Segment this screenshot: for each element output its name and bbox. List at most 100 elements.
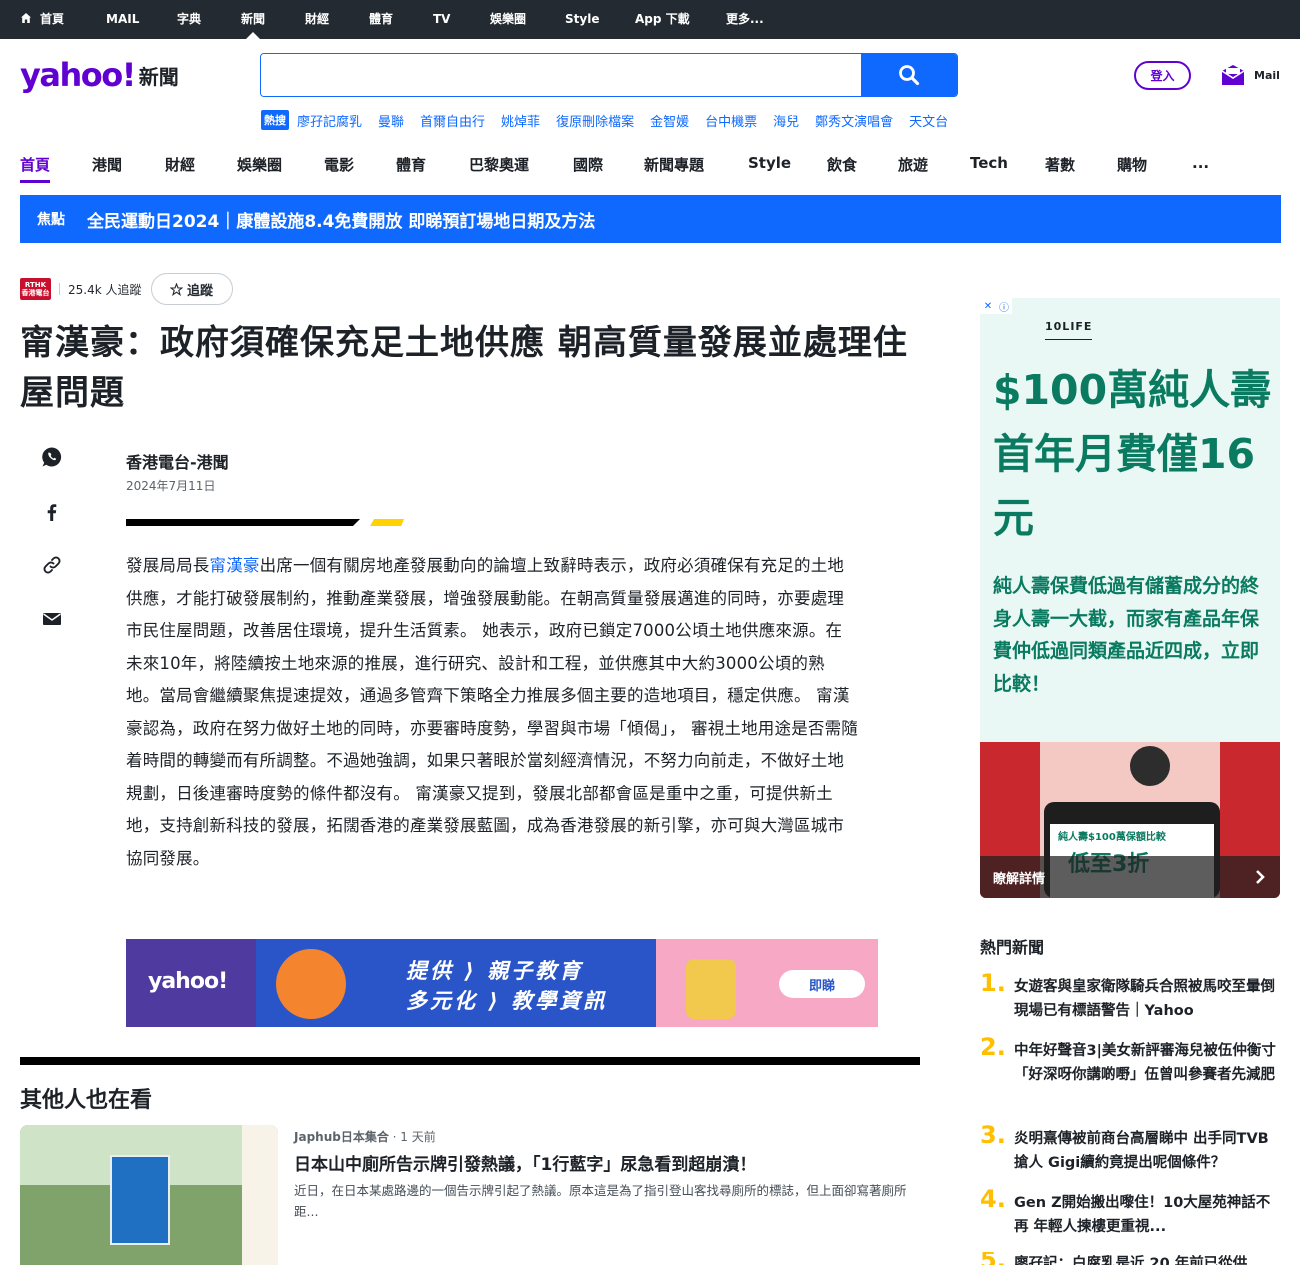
trending-term[interactable]: 金智媛 <box>650 111 689 130</box>
nav-item-food[interactable]: 飲食 <box>827 154 857 175</box>
story-summary: 近日，在日本某處路邊的一個告示牌引起了熱議。原本這是為了指引登山客找尋廁所的標誌… <box>294 1183 907 1219</box>
others-watching-heading: 其他人也在看 <box>20 1088 153 1113</box>
trending-term[interactable]: 海兒 <box>773 111 799 130</box>
mail-link[interactable]: Mail <box>1220 61 1280 89</box>
hot-news-item[interactable]: 5. 廖孖記：白腐乳是近 20 年前已從供... <box>980 1252 1280 1265</box>
search-button[interactable] <box>861 54 957 96</box>
star-icon <box>170 282 183 296</box>
ad-close-icon[interactable]: ✕ <box>980 298 996 314</box>
nav-item-style[interactable]: Style <box>748 154 791 172</box>
ad-learn-more-bar[interactable]: 瞭解詳情 <box>980 856 1280 898</box>
follow-button[interactable]: 追蹤 <box>150 273 233 305</box>
nav-item-home[interactable]: 首頁 <box>20 154 51 183</box>
screen-text-line1: 純人壽$100萬保額比較 <box>1058 832 1166 843</box>
trending-term[interactable]: 曼聯 <box>378 111 404 130</box>
hot-news-rank: 4. <box>980 1185 1006 1213</box>
ad-yahoo-logo: yahoo! <box>148 969 228 994</box>
ad-cta-button[interactable]: 即睇 <box>779 970 865 998</box>
nav-item-travel[interactable]: 旅遊 <box>898 154 928 175</box>
topbar-style-link[interactable]: Style <box>565 0 599 39</box>
topbar-more-link[interactable]: 更多... <box>726 0 764 39</box>
search-input[interactable] <box>261 54 862 96</box>
story-thumbnail[interactable] <box>20 1125 278 1265</box>
ad-headline: $100萬純人壽 首年月費僅16元 <box>993 366 1272 542</box>
topbar-sports-link[interactable]: 體育 <box>369 0 393 39</box>
chevron-right-icon <box>1256 870 1265 884</box>
focus-banner[interactable]: 焦點 全民運動日2024｜康體設施8.4免費開放 即睇預訂場地日期及方法 <box>20 195 1281 243</box>
body-text-segment: 出席一個有關房地產發展動向的論壇上致辭時表示，政府必須確保有充足的土地供應，才能… <box>126 556 858 868</box>
nav-item-movies[interactable]: 電影 <box>324 154 354 175</box>
hot-news-title[interactable]: 中年好聲音3|美女新評審海兒被伍仲衡寸「好深呀你講啲嘢」伍曾叫參賽者先減肥 <box>1014 1039 1276 1087</box>
person-link[interactable]: 甯漢豪 <box>210 556 260 575</box>
email-share-button[interactable] <box>40 607 64 631</box>
rthk-logo-line2: 香港電台 <box>21 289 50 297</box>
logo-section-name: 新聞 <box>138 64 179 89</box>
hot-news-title[interactable]: 炎明熹傳被前商台高層睇中 出手同TVB搶人 Gigi續約竟提出呢個條件？ <box>1014 1127 1276 1175</box>
follower-suffix: 人追蹤 <box>105 282 142 297</box>
topbar-app-download-link[interactable]: App 下載 <box>635 0 690 39</box>
topbar-entertainment-link[interactable]: 娛樂圈 <box>490 0 526 39</box>
nav-item-local-news[interactable]: 港聞 <box>92 154 122 175</box>
thumbnail-caption-strip <box>242 1125 278 1265</box>
facebook-share-button[interactable] <box>40 500 64 524</box>
search-icon <box>899 65 920 86</box>
rthk-logo[interactable]: RTHK 香港電台 <box>20 278 51 300</box>
ad-choices[interactable]: ✕ ⓘ <box>980 298 1012 314</box>
copy-link-button[interactable] <box>40 553 64 577</box>
sidebar-ad[interactable]: ✕ ⓘ 10LIFE $100萬純人壽 首年月費僅16元 純人壽保費低過有儲蓄成… <box>980 298 1280 898</box>
mail-label: Mail <box>1254 68 1280 82</box>
article-date: 2024年7月11日 <box>126 479 216 493</box>
trending-badge: 熱搜 <box>261 110 289 130</box>
email-icon <box>43 613 61 625</box>
topbar-news-link[interactable]: 新聞 <box>241 0 265 39</box>
hot-news-rank: 3. <box>980 1121 1006 1149</box>
login-button[interactable]: 登入 <box>1134 61 1191 90</box>
topbar-finance-link[interactable]: 財經 <box>305 0 329 39</box>
inline-ad-banner[interactable]: yahoo! 提供 ⟩ 親子教育 多元化 ⟩ 教學資訊 即睇 <box>126 939 878 1027</box>
ad-decoration <box>686 959 736 1019</box>
topbar-home-label: 首頁 <box>40 12 65 26</box>
trending-term[interactable]: 鄭秀文演唱會 <box>815 111 893 130</box>
nav-item-deals[interactable]: 著數 <box>1045 154 1075 175</box>
trending-term[interactable]: 廖孖記腐乳 <box>297 111 362 130</box>
nav-item-entertainment[interactable]: 娛樂圈 <box>237 154 282 175</box>
hot-news-title[interactable]: 廖孖記：白腐乳是近 20 年前已從供... <box>1014 1252 1276 1265</box>
trending-term[interactable]: 台中機票 <box>705 111 757 130</box>
ad-brand: 10LIFE <box>1045 320 1093 340</box>
byline-divider <box>126 519 360 526</box>
hot-news-title[interactable]: 女遊客與皇家衛隊騎兵合照被馬咬至暈倒 現場已有標語警告｜Yahoo <box>1014 975 1290 1023</box>
yahoo-news-logo[interactable]: yahoo! 新聞 <box>20 56 179 94</box>
nav-item-finance[interactable]: 財經 <box>165 154 195 175</box>
search-bar <box>260 53 958 97</box>
hot-news-title[interactable]: Gen Z開始搬出嚟住！10大屋苑神話不再 年輕人揀樓更重視... <box>1014 1191 1276 1239</box>
nav-more-button[interactable]: ... <box>1192 154 1209 172</box>
nav-item-paris-olympics[interactable]: 巴黎奧運 <box>469 154 529 175</box>
article-author[interactable]: 香港電台-港聞 <box>126 449 229 473</box>
topbar-dictionary-link[interactable]: 字典 <box>177 0 201 39</box>
trending-term[interactable]: 首爾自由行 <box>420 111 485 130</box>
nav-item-tech[interactable]: Tech <box>970 154 1008 172</box>
facebook-icon <box>47 504 57 521</box>
ad-info-icon[interactable]: ⓘ <box>996 298 1012 314</box>
provider-row: RTHK 香港電台 25.4k 人追蹤 追蹤 <box>20 273 233 305</box>
story-title[interactable]: 日本山中廁所告示牌引發熱議，「1行藍字」尿急看到超崩潰！ <box>294 1150 756 1175</box>
ad-subtext: 純人壽保費低過有儲蓄成分的終身人壽一大截，而家有產品年保費仲低過同類產品近四成，… <box>993 575 1260 695</box>
nav-item-news-features[interactable]: 新聞專題 <box>644 154 704 175</box>
nav-item-shopping[interactable]: 購物 <box>1117 154 1147 175</box>
story-time: 1 天前 <box>400 1130 436 1144</box>
trending-term[interactable]: 復原刪除檔案 <box>556 111 634 130</box>
trending-term[interactable]: 天文台 <box>909 111 948 130</box>
follower-count: 25.4k 人追蹤 <box>68 281 142 298</box>
topbar-home-link[interactable]: 首頁 <box>20 0 64 39</box>
whatsapp-share-button[interactable] <box>40 445 64 469</box>
topbar-mail-link[interactable]: MAIL <box>106 0 139 39</box>
story-meta: Japhub日本集合 · 1 天前 <box>294 1130 436 1144</box>
nav-item-world[interactable]: 國際 <box>573 154 603 175</box>
topbar-tv-link[interactable]: TV <box>433 0 450 39</box>
hot-news-rank: 5. <box>980 1252 1006 1265</box>
follower-number: 25.4k <box>68 282 102 297</box>
nav-item-sports[interactable]: 體育 <box>396 154 426 175</box>
follow-label: 追蹤 <box>187 283 214 299</box>
hot-news-rank: 2. <box>980 1033 1006 1061</box>
trending-term[interactable]: 姚焯菲 <box>501 111 540 130</box>
